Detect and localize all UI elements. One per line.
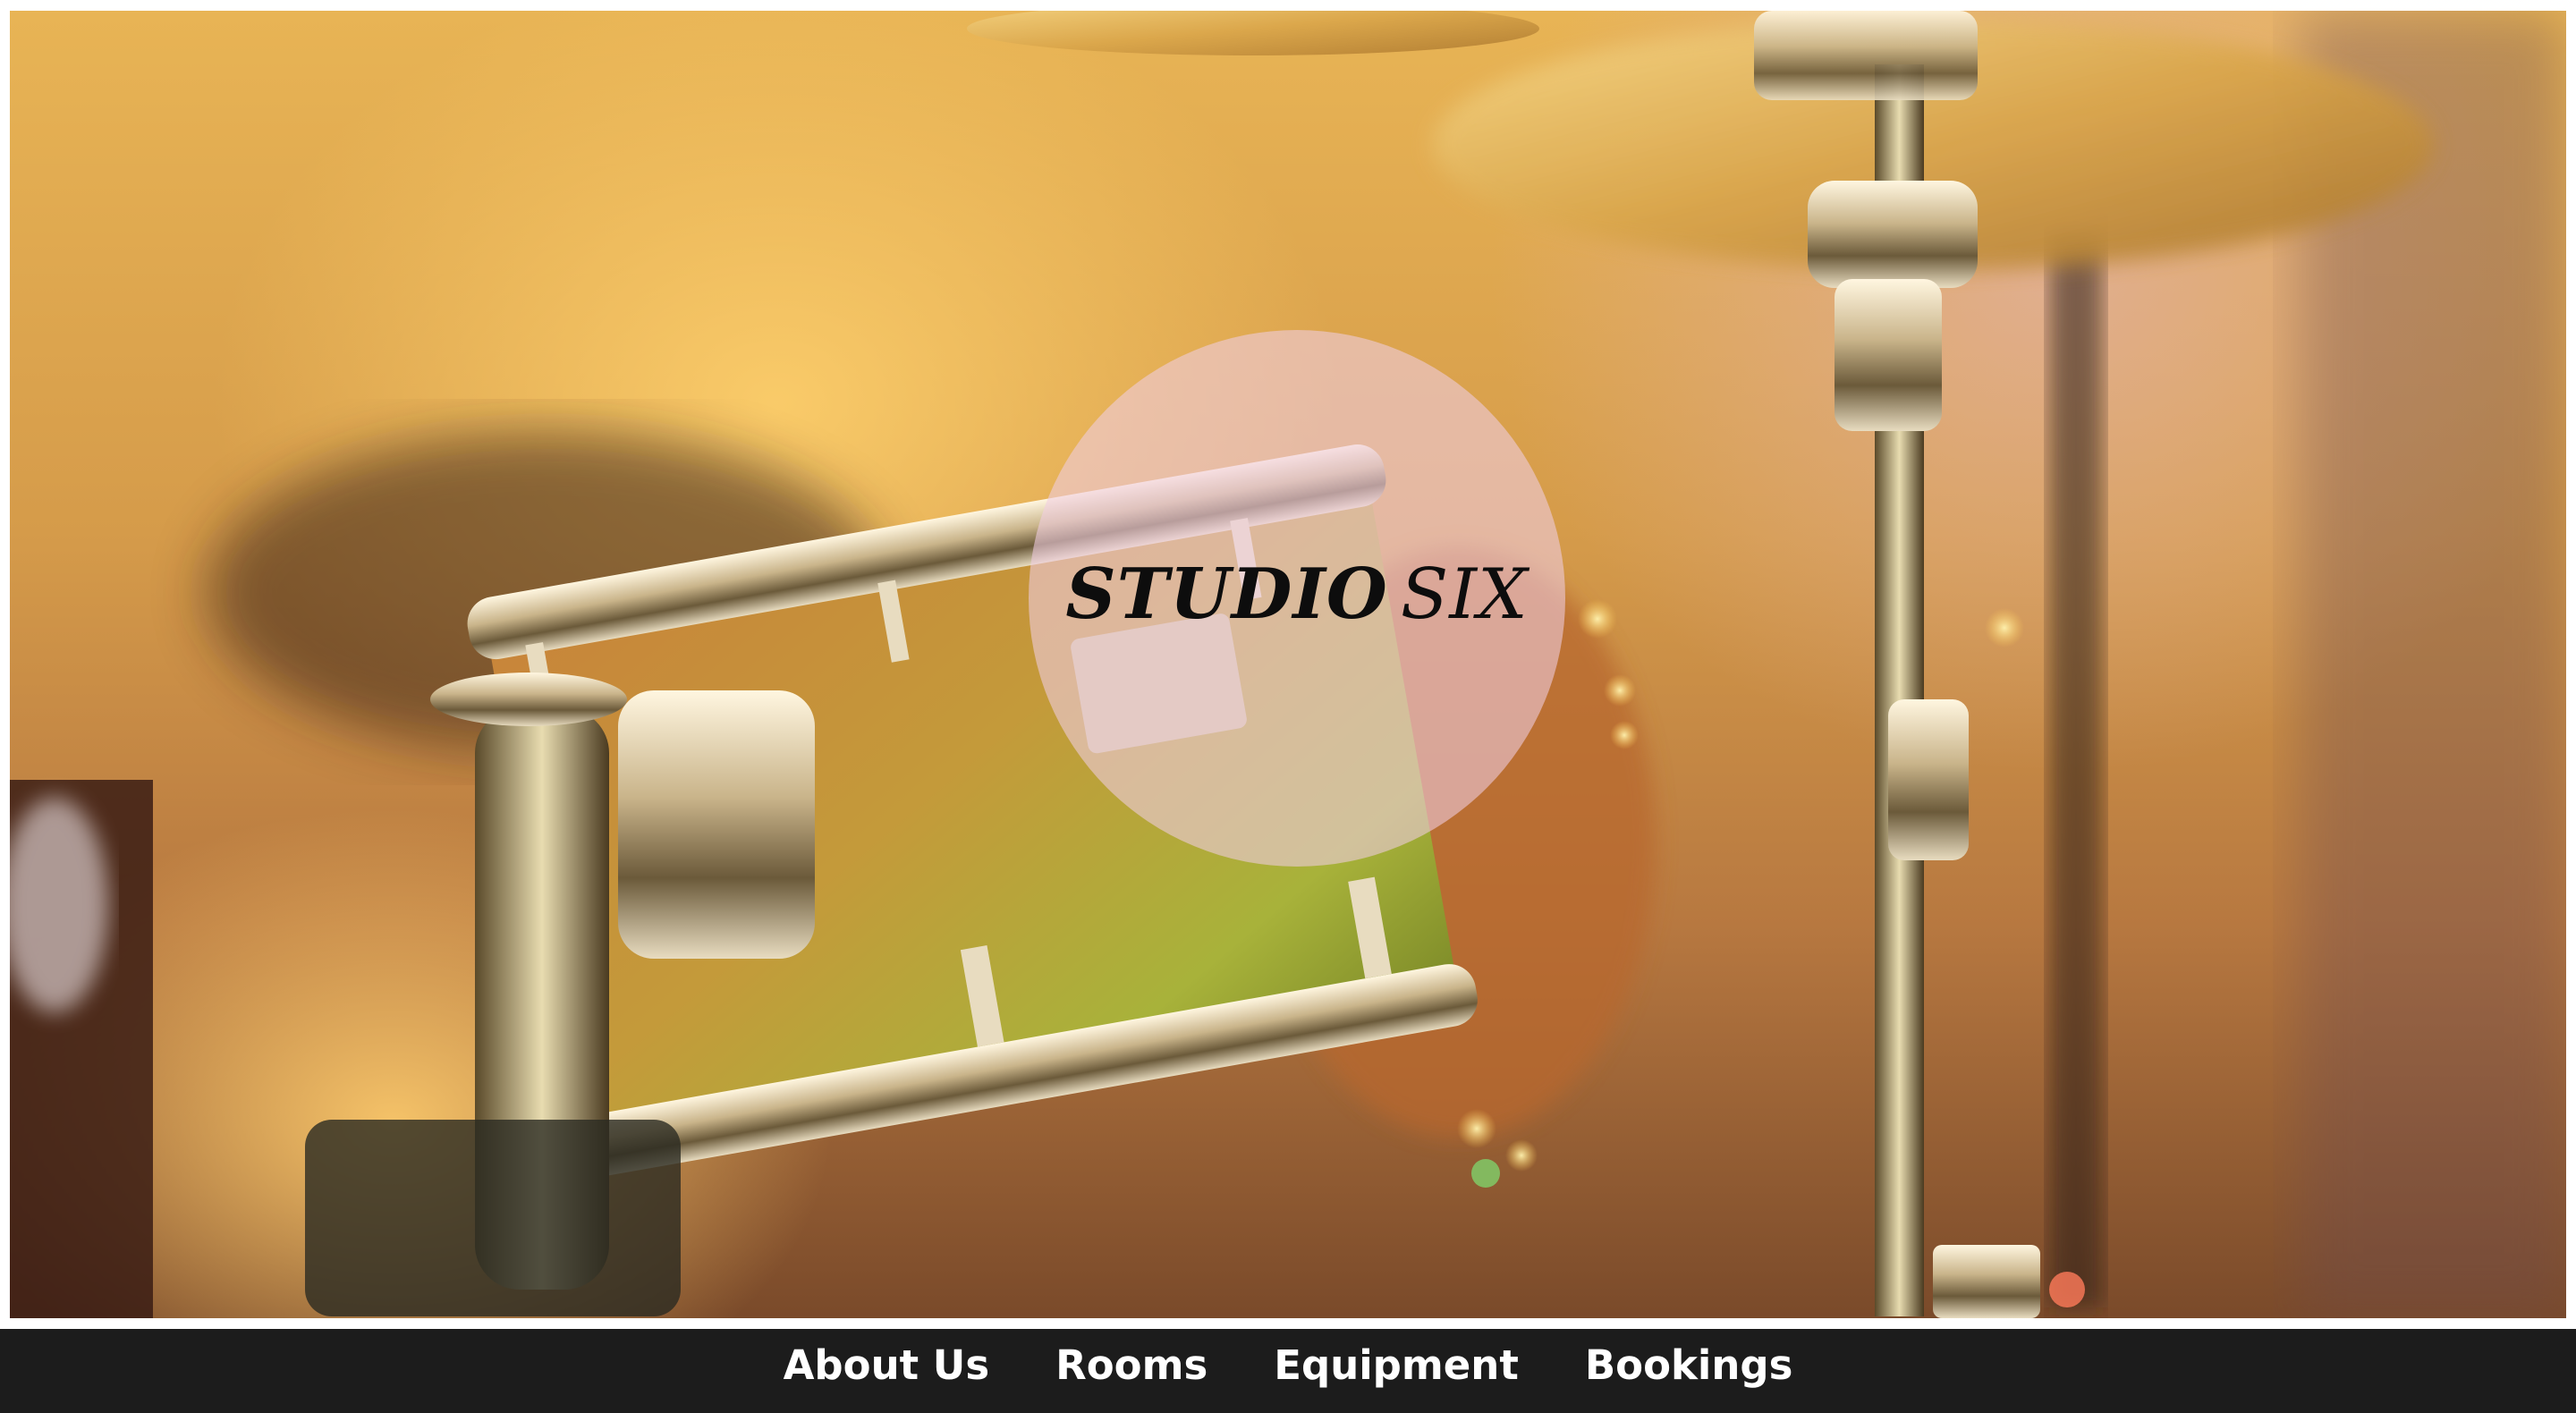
logo-badge[interactable]: STUDIO SIX (1029, 330, 1565, 867)
nav-link-equipment[interactable]: Equipment (1274, 1341, 1519, 1389)
logo-word-studio: STUDIO (1065, 553, 1388, 635)
main-navigation: About Us Rooms Equipment Bookings (0, 1329, 2576, 1413)
hero-image-drum-kit: STUDIO SIX (10, 11, 2566, 1318)
site-logo: STUDIO SIX (1065, 554, 1528, 635)
page: STUDIO SIX About Us Rooms Equipment Booki… (0, 0, 2576, 1413)
logo-word-six: SIX (1400, 554, 1529, 635)
nav-link-bookings[interactable]: Bookings (1585, 1341, 1793, 1389)
nav-link-rooms[interactable]: Rooms (1055, 1341, 1208, 1389)
nav-link-about-us[interactable]: About Us (784, 1341, 990, 1389)
